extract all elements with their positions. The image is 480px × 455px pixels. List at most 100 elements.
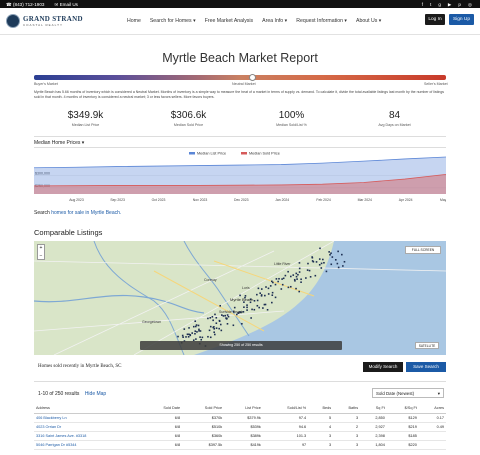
listing-address-link[interactable]: 406 Blackberry Ln (36, 416, 67, 420)
table-row[interactable]: 3316 Saint James Ave. #3318 6/8 $360k $3… (34, 431, 446, 441)
listing-marker[interactable] (265, 286, 267, 288)
listing-marker[interactable] (220, 314, 223, 316)
menu-about-us[interactable]: About Us ▾ (356, 18, 381, 24)
listing-marker[interactable] (292, 274, 295, 276)
listing-marker[interactable] (194, 332, 196, 335)
listing-marker[interactable] (181, 334, 184, 337)
youtube-icon[interactable]: ▶ (448, 2, 452, 8)
listing-marker[interactable] (256, 293, 258, 296)
menu-home[interactable]: Home (127, 18, 141, 24)
save-search-button[interactable]: Save Search (406, 362, 446, 372)
listing-marker[interactable] (211, 315, 214, 318)
listing-marker[interactable] (192, 325, 195, 328)
listing-marker[interactable] (330, 252, 332, 255)
listing-marker[interactable] (274, 296, 277, 299)
listing-marker[interactable] (188, 327, 190, 329)
listing-marker[interactable] (269, 285, 272, 287)
listing-marker[interactable] (282, 277, 285, 280)
listing-marker[interactable] (295, 275, 298, 278)
hide-map-link[interactable]: Hide Map (85, 391, 106, 397)
listing-marker[interactable] (208, 329, 211, 332)
listing-marker[interactable] (305, 277, 307, 279)
listing-marker[interactable] (331, 256, 334, 258)
modify-search-button[interactable]: Modify Search (363, 362, 403, 372)
logo[interactable]: GRAND STRAND COASTAL REALTY (6, 14, 83, 28)
listing-marker[interactable] (337, 266, 340, 269)
listing-marker[interactable] (306, 269, 309, 271)
listing-marker[interactable] (214, 333, 216, 336)
listing-marker[interactable] (287, 270, 289, 273)
listing-marker[interactable] (290, 275, 292, 278)
median-prices-dropdown[interactable]: Median Home Prices ▾ (34, 140, 84, 146)
listing-marker[interactable] (284, 274, 287, 277)
listing-marker[interactable] (311, 256, 314, 259)
listing-marker[interactable] (336, 262, 339, 265)
listing-marker[interactable] (300, 278, 302, 281)
email-link[interactable]: ✉ Email Us (54, 2, 78, 8)
listing-marker[interactable] (215, 322, 218, 325)
listing-marker[interactable] (337, 250, 339, 253)
listing-marker[interactable] (298, 267, 301, 270)
listing-marker[interactable] (320, 267, 323, 269)
column-header[interactable]: Address (34, 404, 142, 414)
listing-marker[interactable] (194, 325, 197, 328)
listing-marker[interactable] (187, 336, 190, 338)
listing-marker[interactable] (260, 288, 263, 290)
listing-marker[interactable] (274, 283, 277, 286)
column-header[interactable]: Sq Ft (360, 404, 387, 414)
listing-marker[interactable] (197, 324, 200, 327)
listing-marker[interactable] (209, 336, 212, 339)
googleplus-icon[interactable]: g (438, 2, 441, 8)
zoom-in-button[interactable]: + (38, 245, 44, 253)
listing-marker[interactable] (319, 247, 321, 250)
listing-marker[interactable] (220, 329, 223, 332)
menu-search-homes[interactable]: Search for Homes ▾ (150, 18, 196, 24)
listing-marker[interactable] (218, 327, 220, 330)
listing-marker[interactable] (225, 318, 228, 320)
column-header[interactable]: Sold Price (182, 404, 225, 414)
menu-market-analysis[interactable]: Free Market Analysis (205, 18, 253, 24)
listing-marker[interactable] (258, 306, 260, 309)
listing-marker[interactable] (226, 314, 229, 316)
menu-area-info[interactable]: Area Info ▾ (262, 18, 287, 24)
listing-marker[interactable] (246, 309, 248, 311)
listing-marker[interactable] (246, 304, 248, 306)
listing-marker[interactable] (342, 265, 344, 267)
listing-marker[interactable] (215, 316, 218, 319)
listing-marker[interactable] (275, 278, 278, 280)
listing-marker[interactable] (264, 294, 266, 297)
listing-marker[interactable] (239, 294, 241, 297)
listing-marker[interactable] (281, 278, 283, 280)
listing-marker[interactable] (314, 274, 317, 277)
listing-marker[interactable] (280, 288, 283, 290)
pinterest-icon[interactable]: p (458, 2, 461, 8)
listing-marker[interactable] (227, 315, 230, 318)
column-header[interactable]: Sold Date (141, 404, 183, 414)
homes-for-sale-link[interactable]: homes for sale in Myrtle Beach. (51, 210, 121, 216)
listing-marker[interactable] (186, 333, 189, 336)
listing-marker[interactable] (266, 308, 269, 311)
listing-marker[interactable] (325, 270, 328, 273)
listing-marker[interactable] (212, 319, 214, 322)
column-header[interactable]: $/Sq Ft (386, 404, 419, 414)
listing-marker[interactable] (250, 317, 252, 319)
column-header[interactable]: Acres (418, 404, 446, 414)
listing-marker[interactable] (298, 290, 301, 293)
login-button[interactable]: Log In (425, 14, 445, 25)
listing-marker[interactable] (287, 286, 290, 289)
listing-marker[interactable] (334, 259, 337, 261)
listing-address-link[interactable]: 4023 Orrian Dr (36, 425, 61, 429)
sort-select[interactable]: Sold Date (Newest) ▾ (372, 388, 444, 398)
listing-marker[interactable] (191, 332, 193, 334)
listing-marker[interactable] (242, 311, 245, 313)
listing-marker[interactable] (185, 336, 187, 338)
listings-map[interactable]: Loris Myrtle Beach Conway Georgetown Lit… (34, 241, 446, 355)
listing-marker[interactable] (215, 327, 218, 329)
listing-marker[interactable] (256, 304, 259, 307)
listing-marker[interactable] (199, 336, 201, 338)
listing-marker[interactable] (209, 325, 212, 328)
listing-marker[interactable] (213, 327, 216, 330)
listing-marker[interactable] (177, 335, 179, 338)
listing-marker[interactable] (300, 281, 302, 283)
listing-marker[interactable] (224, 314, 227, 317)
